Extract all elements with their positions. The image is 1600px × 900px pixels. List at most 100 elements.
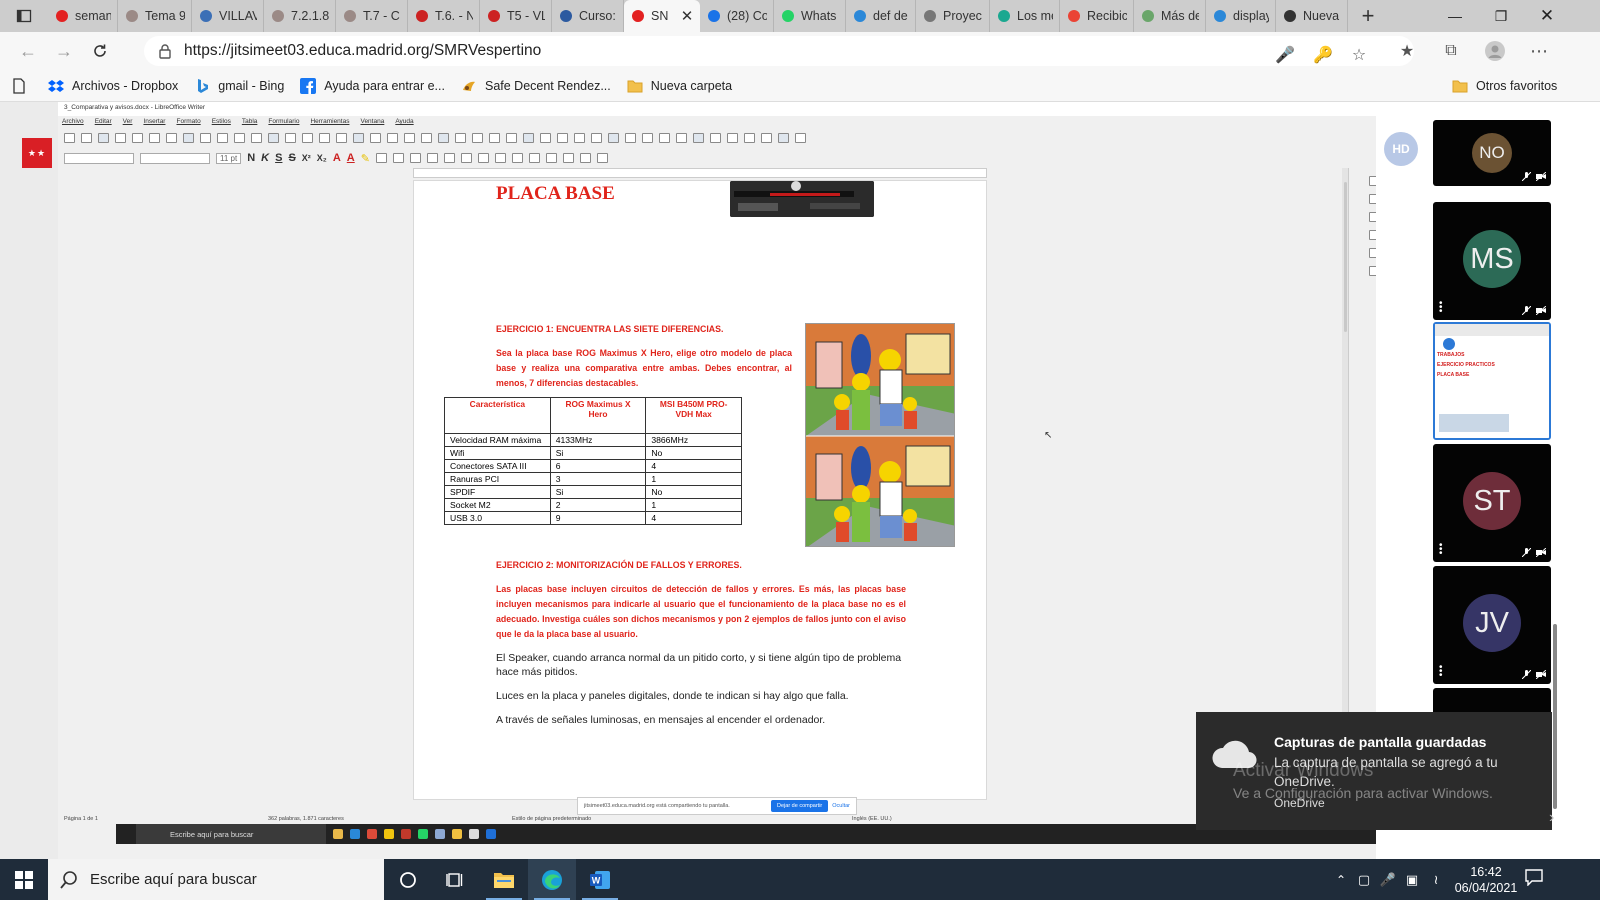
align-button[interactable]: [477, 153, 489, 163]
browser-tab[interactable]: T5 - VL: [480, 0, 552, 32]
writer-menu-item[interactable]: Archivo: [62, 116, 84, 128]
toolbar-button[interactable]: [370, 133, 381, 143]
task-view-button[interactable]: [432, 859, 480, 900]
participants-scroll-thumb[interactable]: [1553, 624, 1557, 809]
participant-tile[interactable]: JV • • •: [1433, 566, 1551, 684]
show-hidden-icons-icon[interactable]: ⌃: [1330, 873, 1352, 887]
bold-button[interactable]: N: [247, 152, 255, 164]
browser-tab[interactable]: VILLAV: [192, 0, 264, 32]
stop-sharing-button[interactable]: Dejar de compartir: [771, 800, 829, 812]
writer-menu-item[interactable]: Ver: [123, 116, 133, 128]
toolbar-button[interactable]: [625, 133, 636, 143]
subscript-button[interactable]: X₂: [317, 153, 327, 163]
scroll-thumb[interactable]: [1344, 182, 1347, 332]
bookmark-item[interactable]: Nueva carpeta: [627, 78, 732, 94]
highlight-button[interactable]: ✎: [361, 152, 370, 165]
toolbar-button[interactable]: [744, 133, 755, 143]
toolbar-button[interactable]: [319, 133, 330, 143]
profile-icon[interactable]: [1484, 40, 1506, 62]
new-tab-button[interactable]: +: [1348, 0, 1388, 32]
toolbar-button[interactable]: [574, 133, 585, 143]
align-button[interactable]: [579, 153, 591, 163]
align-button[interactable]: [460, 153, 472, 163]
forward-button[interactable]: →: [46, 33, 82, 69]
toolbar-button[interactable]: [676, 133, 687, 143]
toolbar-button[interactable]: [234, 133, 245, 143]
writer-menu-item[interactable]: Herramientas: [310, 116, 349, 128]
toolbar-button[interactable]: [183, 133, 194, 143]
browser-tab[interactable]: SN ✕: [624, 0, 700, 32]
participant-tile[interactable]: TRABAJOS EJERCICIO PRACTICOS PLACA BASE: [1433, 322, 1551, 440]
toolbar-button[interactable]: [659, 133, 670, 143]
toolbar-button[interactable]: [251, 133, 262, 143]
browser-tab[interactable]: Los me: [990, 0, 1060, 32]
close-tab-icon[interactable]: ✕: [680, 7, 694, 25]
participant-tile[interactable]: MS • • •: [1433, 202, 1551, 320]
toolbar-button[interactable]: [438, 133, 449, 143]
align-button[interactable]: [426, 153, 438, 163]
clear-format-button[interactable]: A: [333, 152, 341, 164]
browser-tab[interactable]: 7.2.1.8: [264, 0, 336, 32]
toolbar-button[interactable]: [727, 133, 738, 143]
tile-menu-icon[interactable]: • • •: [1439, 663, 1443, 681]
key-icon[interactable]: 🔑: [1312, 44, 1334, 66]
bookmark-item[interactable]: Archivos - Dropbox: [48, 78, 178, 94]
toolbar-button[interactable]: [302, 133, 313, 143]
writer-menu-item[interactable]: Formato: [176, 116, 200, 128]
reading-list-icon[interactable]: [12, 77, 26, 94]
align-button[interactable]: [409, 153, 421, 163]
browser-tab[interactable]: (28) Co: [700, 0, 774, 32]
taskbar-clock[interactable]: 16:42 06/04/2021: [1436, 864, 1536, 896]
align-button[interactable]: [494, 153, 506, 163]
toolbar-button[interactable]: [64, 133, 75, 143]
toolbar-button[interactable]: [98, 133, 109, 143]
underline-button[interactable]: S: [275, 152, 282, 164]
toolbar-button[interactable]: [149, 133, 160, 143]
bookmark-item[interactable]: Safe Decent Rendez...: [461, 78, 611, 94]
writer-menu-item[interactable]: Insertar: [143, 116, 165, 128]
bookmark-item[interactable]: Ayuda para entrar e...: [300, 77, 445, 94]
microphone-icon[interactable]: 🎤: [1274, 44, 1296, 66]
microphone-icon[interactable]: 🎤: [1376, 872, 1400, 888]
other-favorites[interactable]: Otros favoritos: [1452, 78, 1557, 94]
toolbar-button[interactable]: [557, 133, 568, 143]
writer-menu-item[interactable]: Tabla: [242, 116, 258, 128]
tile-menu-icon[interactable]: • • •: [1439, 299, 1443, 317]
italic-button[interactable]: K: [261, 152, 269, 164]
align-button[interactable]: [375, 153, 387, 163]
align-button[interactable]: [545, 153, 557, 163]
tab-actions-button[interactable]: [0, 0, 48, 32]
start-button[interactable]: [0, 859, 48, 900]
align-button[interactable]: [443, 153, 455, 163]
cortana-button[interactable]: [384, 859, 432, 900]
browser-tab[interactable]: display: [1206, 0, 1276, 32]
toolbar-button[interactable]: [778, 133, 789, 143]
align-button[interactable]: [562, 153, 574, 163]
toolbar-button[interactable]: [200, 133, 211, 143]
favorites-icon[interactable]: ★: [1396, 40, 1418, 62]
edge-button[interactable]: [528, 859, 576, 900]
toolbar-button[interactable]: [608, 133, 619, 143]
toolbar-button[interactable]: [506, 133, 517, 143]
toolbar-button[interactable]: [642, 133, 653, 143]
settings-menu-icon[interactable]: ⋯: [1528, 40, 1550, 62]
word-button[interactable]: W: [576, 859, 624, 900]
notifications-icon[interactable]: [1524, 868, 1548, 890]
browser-tab[interactable]: Whats: [774, 0, 846, 32]
toolbar-button[interactable]: [387, 133, 398, 143]
strike-button[interactable]: S: [288, 152, 295, 164]
browser-tab[interactable]: T.6. - N: [408, 0, 480, 32]
align-button[interactable]: [596, 153, 608, 163]
file-explorer-button[interactable]: [480, 859, 528, 900]
add-favorite-icon[interactable]: ☆: [1348, 44, 1370, 66]
align-button[interactable]: [511, 153, 523, 163]
toolbar-button[interactable]: [268, 133, 279, 143]
browser-tab[interactable]: seman: [48, 0, 118, 32]
toolbar-button[interactable]: [540, 133, 551, 143]
writer-menu-item[interactable]: Editar: [95, 116, 112, 128]
toolbar-button[interactable]: [421, 133, 432, 143]
font-size-box[interactable]: 11 pt: [216, 152, 242, 164]
toolbar-button[interactable]: [404, 133, 415, 143]
taskbar-search[interactable]: Escribe aquí para buscar: [48, 859, 384, 900]
toolbar-button[interactable]: [81, 133, 92, 143]
